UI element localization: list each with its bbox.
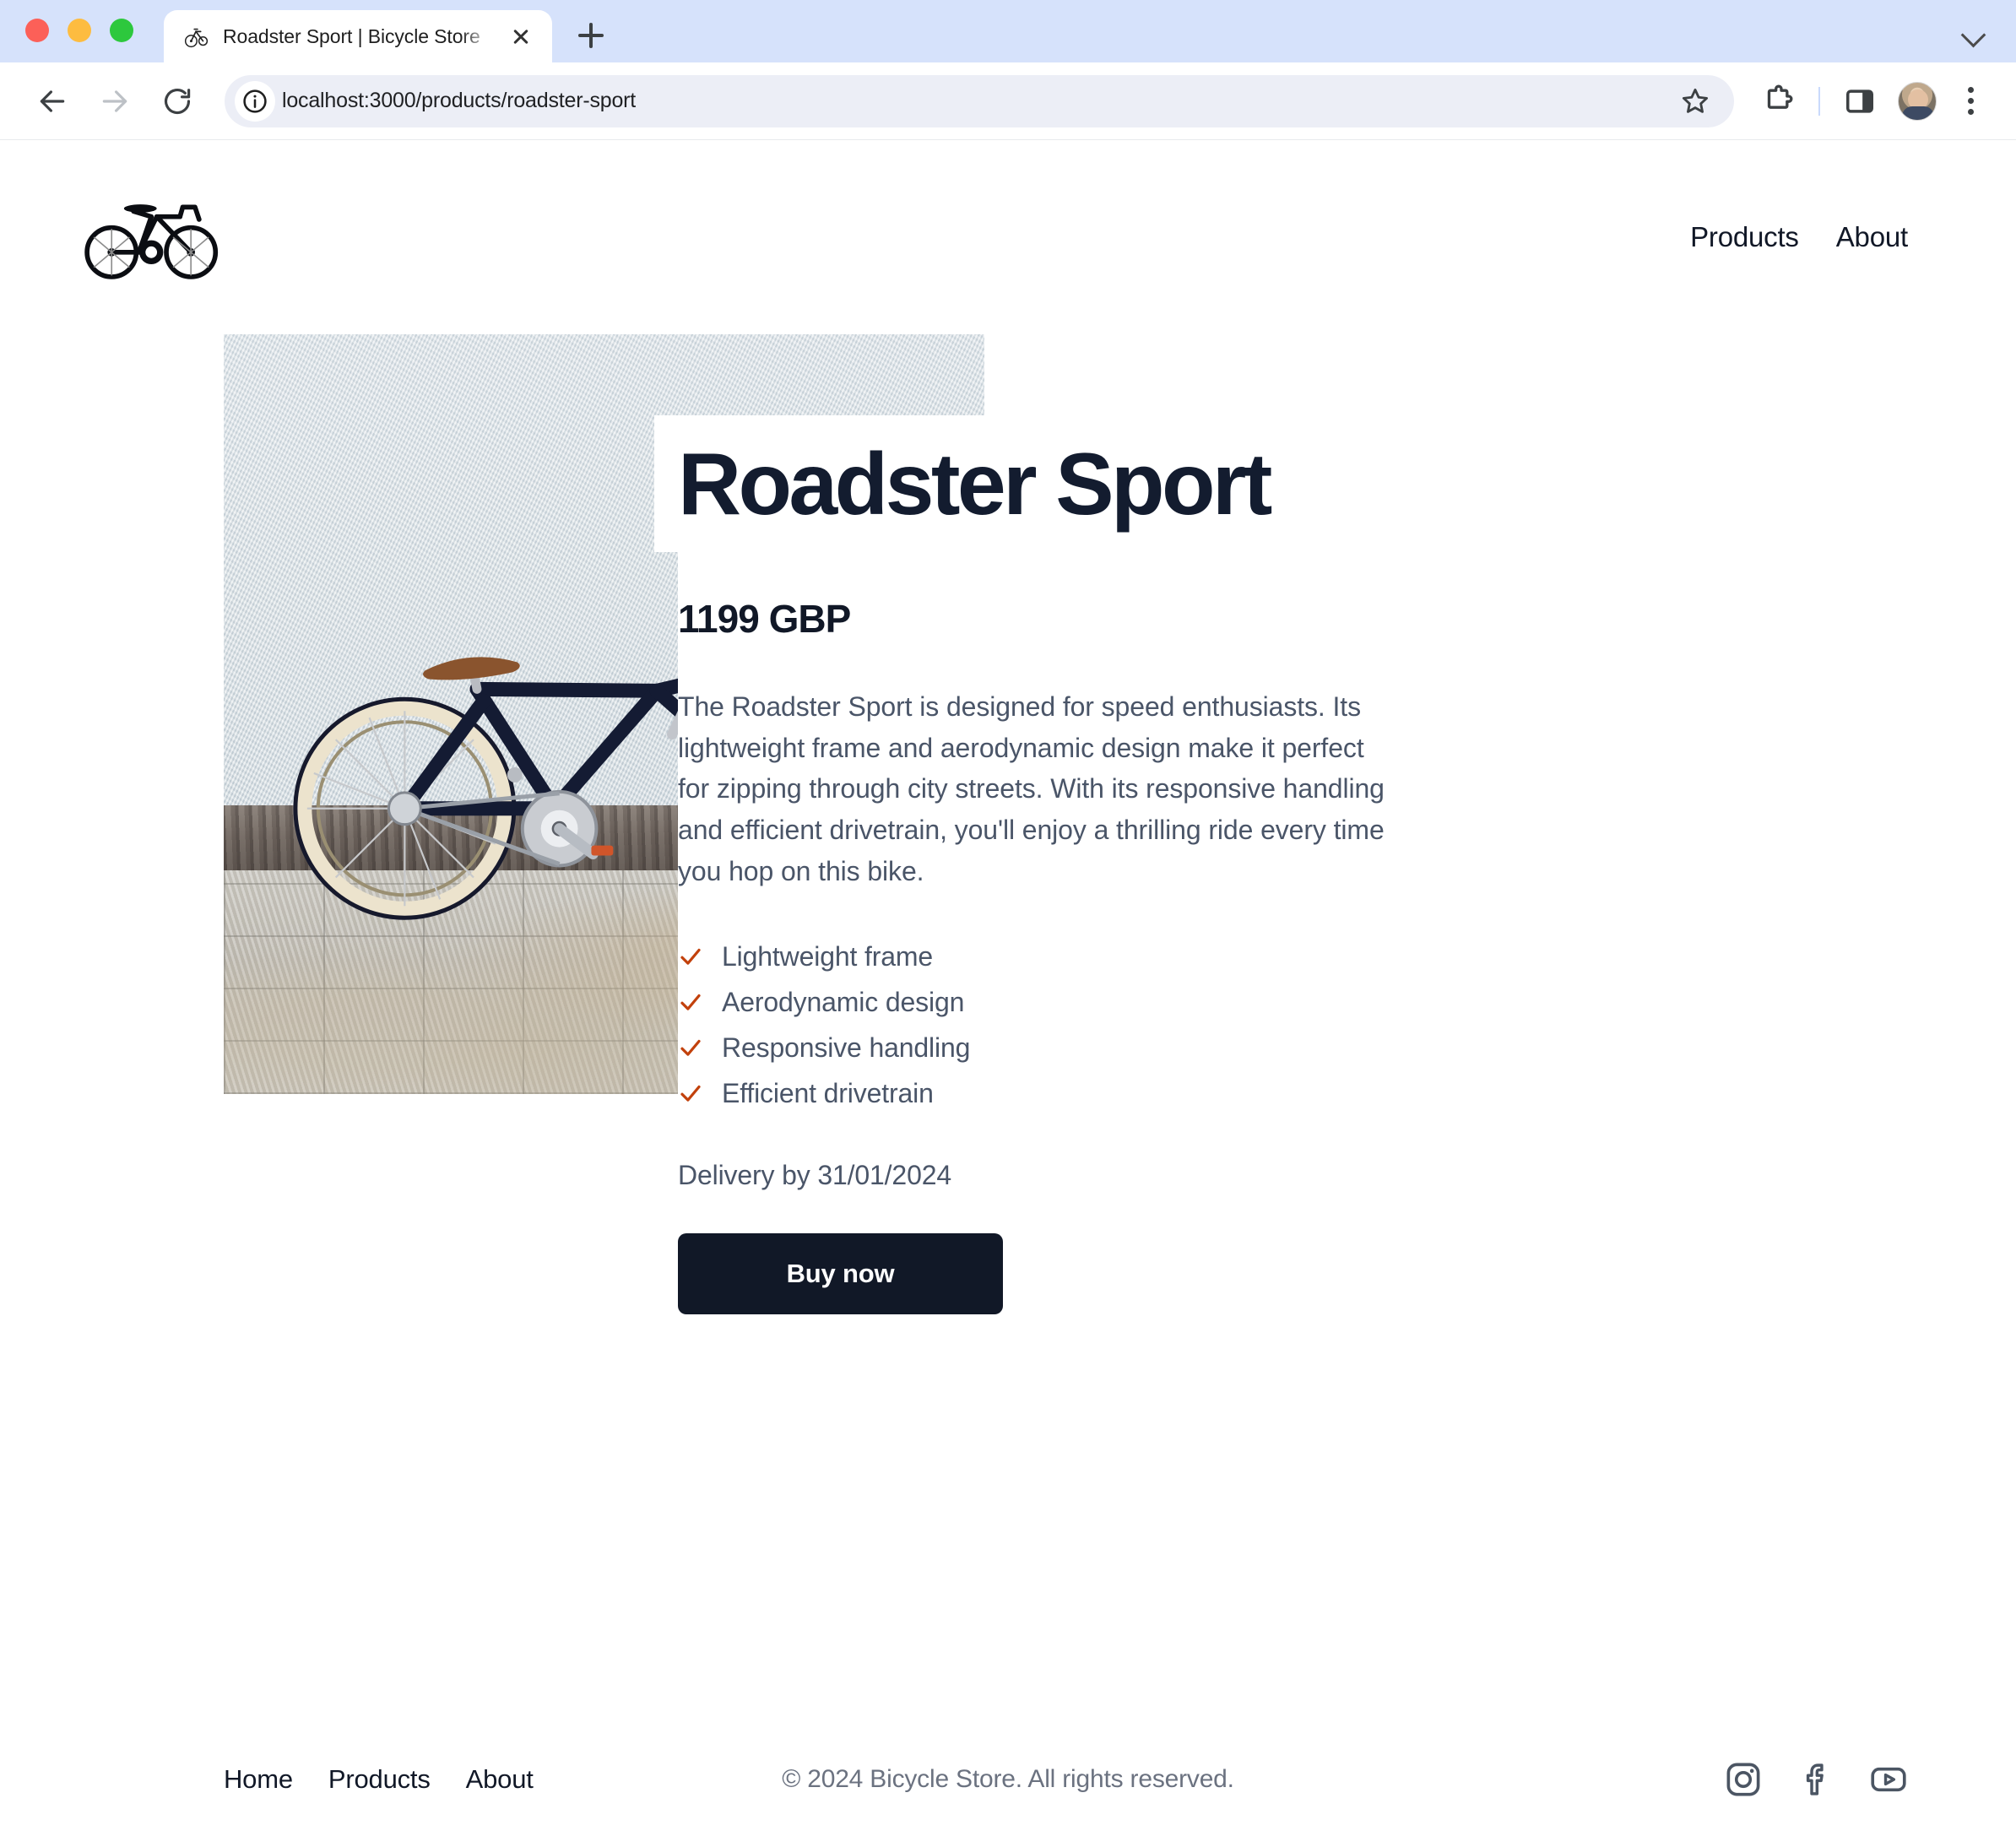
tab-search-area bbox=[1957, 15, 2016, 62]
maximize-window-button[interactable] bbox=[110, 19, 133, 42]
youtube-icon bbox=[1871, 1767, 1906, 1792]
browser-tab[interactable]: Roadster Sport | Bicycle Store bbox=[164, 10, 552, 62]
browser-toolbar: localhost:3000/products/roadster-sport bbox=[0, 62, 2016, 140]
feature-label: Aerodynamic design bbox=[722, 987, 965, 1018]
site-footer: Home Products About © 2024 Bicycle Store… bbox=[0, 1712, 2016, 1847]
side-panel-icon bbox=[1846, 89, 1873, 113]
profile-button[interactable] bbox=[1893, 77, 1942, 126]
page-content: Products About Roadster Sport 1199 GBP T… bbox=[0, 140, 2016, 1847]
tab-title: Roadster Sport | Bicycle Store bbox=[223, 24, 480, 47]
buy-now-button[interactable]: Buy now bbox=[678, 1233, 1003, 1315]
back-button[interactable] bbox=[25, 74, 79, 128]
list-item: Lightweight frame bbox=[678, 934, 1438, 979]
instagram-icon bbox=[1726, 1763, 1760, 1796]
toolbar-divider bbox=[1818, 86, 1820, 116]
check-icon bbox=[680, 949, 701, 965]
new-tab-button[interactable] bbox=[567, 12, 615, 59]
main-nav: Products About bbox=[1690, 221, 1908, 253]
instagram-link[interactable] bbox=[1724, 1760, 1763, 1799]
avatar bbox=[1898, 81, 1937, 121]
check-icon bbox=[680, 1086, 701, 1102]
chrome-menu-button[interactable] bbox=[1950, 81, 1991, 122]
nav-about[interactable]: About bbox=[1836, 221, 1908, 253]
product-description: The Roadster Sport is designed for speed… bbox=[678, 691, 1385, 886]
window-controls bbox=[25, 19, 133, 62]
site-header: Products About bbox=[0, 140, 2016, 334]
close-window-button[interactable] bbox=[25, 19, 49, 42]
site-info-button[interactable] bbox=[235, 80, 275, 122]
puzzle-icon bbox=[1767, 84, 1793, 109]
arrow-right-icon bbox=[102, 89, 127, 112]
product-title-box: Roadster Sport bbox=[654, 415, 1300, 552]
forward-button[interactable] bbox=[88, 74, 142, 128]
list-item: Responsive handling bbox=[678, 1025, 1438, 1070]
social-links bbox=[1724, 1760, 1908, 1799]
feature-label: Efficient drivetrain bbox=[722, 1078, 934, 1109]
close-tab-button[interactable] bbox=[507, 22, 535, 51]
footer-link-about[interactable]: About bbox=[466, 1764, 534, 1795]
arrow-left-icon bbox=[40, 89, 65, 112]
info-icon bbox=[243, 89, 267, 113]
footer-nav: Home Products About bbox=[224, 1764, 534, 1795]
minimize-window-button[interactable] bbox=[68, 19, 91, 42]
chevron-down-icon[interactable] bbox=[1957, 15, 1991, 49]
feature-label: Responsive handling bbox=[722, 1032, 971, 1064]
check-icon bbox=[680, 994, 701, 1010]
star-icon bbox=[1682, 88, 1709, 113]
feature-label: Lightweight frame bbox=[722, 941, 934, 972]
reload-icon bbox=[164, 88, 191, 114]
footer-link-home[interactable]: Home bbox=[224, 1764, 293, 1795]
kebab-dot bbox=[1967, 109, 1974, 115]
kebab-dot bbox=[1967, 98, 1974, 104]
nav-products[interactable]: Products bbox=[1690, 221, 1799, 253]
facebook-link[interactable] bbox=[1797, 1760, 1835, 1799]
facebook-icon bbox=[1806, 1763, 1824, 1796]
footer-link-products[interactable]: Products bbox=[328, 1764, 431, 1795]
bicycle-favicon bbox=[184, 28, 209, 48]
page-title: Roadster Sport bbox=[678, 436, 1272, 534]
product-section: Roadster Sport 1199 GBP The Roadster Spo… bbox=[0, 334, 2016, 1315]
bicycle-logo[interactable] bbox=[80, 191, 224, 284]
product-title-area: Roadster Sport bbox=[654, 334, 2016, 552]
address-bar[interactable]: localhost:3000/products/roadster-sport bbox=[225, 74, 1734, 127]
side-panel-button[interactable] bbox=[1835, 77, 1884, 126]
product-details: 1199 GBP The Roadster Sport is designed … bbox=[678, 552, 1438, 1315]
youtube-link[interactable] bbox=[1869, 1760, 1908, 1799]
product-feature-list: Lightweight frame Aerodynamic design Res… bbox=[678, 934, 1438, 1116]
browser-window: Roadster Sport | Bicycle Store localhost… bbox=[0, 0, 2016, 1847]
list-item: Efficient drivetrain bbox=[678, 1070, 1438, 1116]
list-item: Aerodynamic design bbox=[678, 979, 1438, 1025]
tab-strip: Roadster Sport | Bicycle Store bbox=[0, 0, 2016, 62]
bookmark-button[interactable] bbox=[1673, 79, 1717, 123]
delivery-estimate: Delivery by 31/01/2024 bbox=[678, 1160, 952, 1191]
check-icon bbox=[680, 1040, 701, 1056]
reload-button[interactable] bbox=[150, 74, 204, 128]
product-price: 1199 GBP bbox=[678, 597, 851, 641]
extensions-button[interactable] bbox=[1754, 77, 1803, 126]
url-text[interactable]: localhost:3000/products/roadster-sport bbox=[282, 89, 1666, 113]
kebab-dot bbox=[1967, 87, 1974, 93]
